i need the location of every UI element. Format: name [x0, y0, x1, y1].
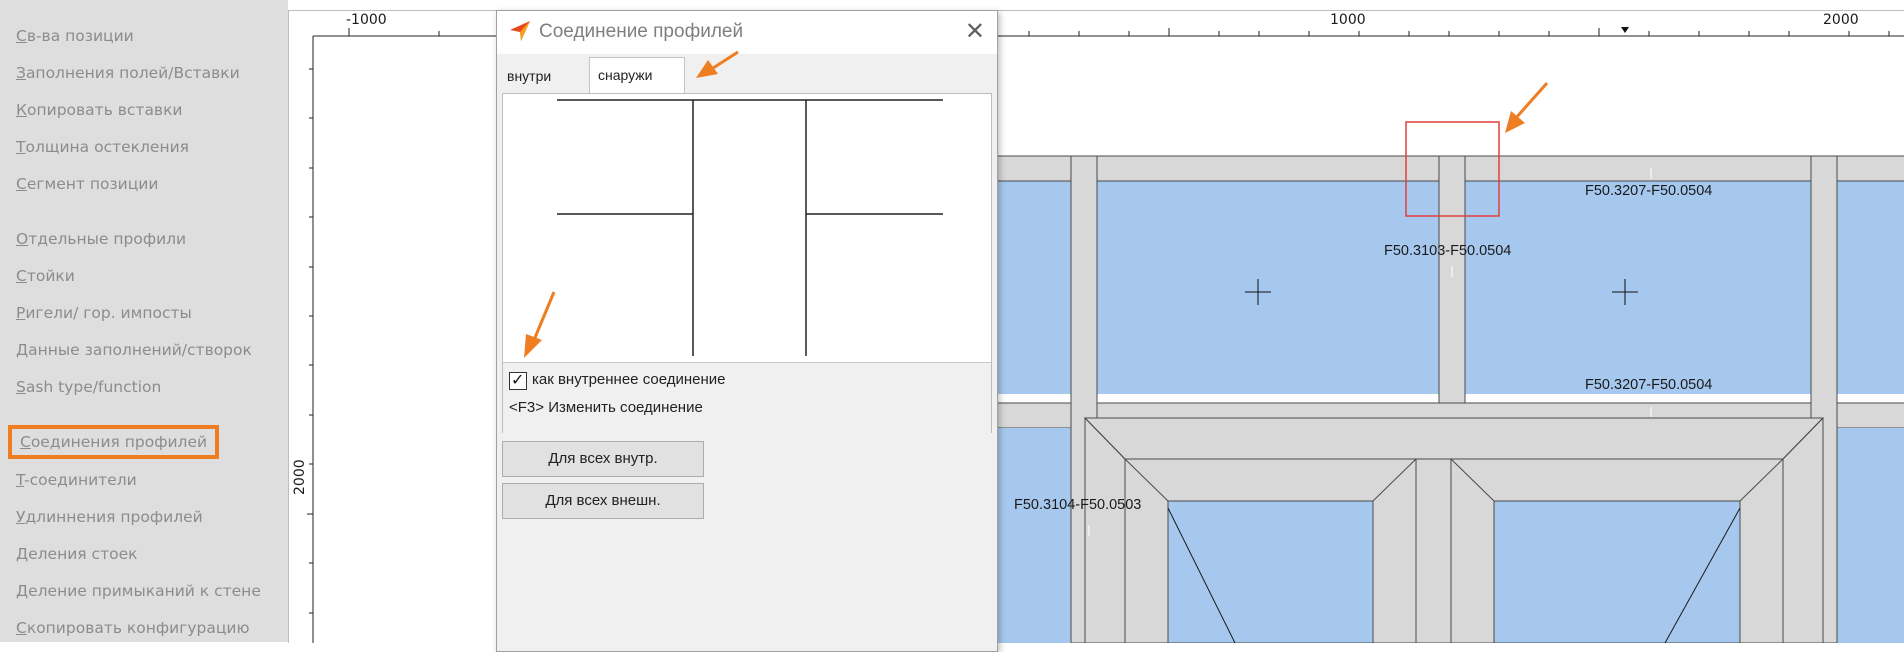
ruler-label-1000: 1000: [1330, 12, 1366, 28]
sidebar-menu: Св-ва позиции Заполнения полей/Вставки К…: [0, 0, 288, 642]
menu-item-mullion-divisions[interactable]: Деления стоек: [16, 544, 137, 564]
menu-item-position-segment[interactable]: Сегмент позиции: [16, 174, 158, 194]
joint-preview-panel: ✓ как внутреннее соединение <F3> Изменит…: [502, 93, 992, 433]
menu-item-profile-extensions[interactable]: Удлиннения профилей: [16, 507, 203, 527]
joint-preview-diagram: [557, 99, 943, 356]
joint-options: ✓ как внутреннее соединение <F3> Изменит…: [503, 362, 991, 433]
menu-item-fills-inserts[interactable]: Заполнения полей/Вставки: [16, 63, 240, 83]
change-joint-hint: <F3> Изменить соединение: [509, 399, 703, 416]
joint-label[interactable]: F50.3207-F50.0504: [1585, 377, 1712, 393]
menu-item-profile-joints[interactable]: Соединения профилей: [8, 425, 220, 459]
joint-label[interactable]: F50.3104-F50.0503: [1014, 497, 1141, 513]
apply-all-inside-button[interactable]: Для всех внутр.: [502, 441, 704, 477]
apply-all-outside-button[interactable]: Для всех внешн.: [502, 483, 704, 519]
menu-item-copy-configuration[interactable]: Скопировать конфигурацию: [16, 618, 250, 638]
tab-outside[interactable]: снаружи: [589, 57, 685, 94]
annotation-arrow-icon: [696, 50, 739, 78]
ruler-label-minus-1000: -1000: [346, 12, 387, 28]
menu-item-copy-inserts[interactable]: Копировать вставки: [16, 100, 183, 120]
menu-item-fill-sash-data[interactable]: Данные заполнений/створок: [16, 340, 252, 360]
menu-item-position-props[interactable]: Св-ва позиции: [16, 26, 134, 46]
menu-item-t-connectors[interactable]: T-соединители: [16, 470, 137, 490]
menu-item-transoms[interactable]: Ригели/ гор. импосты: [16, 303, 192, 323]
menu-item-glazing-thickness[interactable]: Толщина остекления: [16, 137, 189, 157]
joint-label[interactable]: F50.3103-F50.0504: [1384, 243, 1511, 259]
annotation-arrow-icon: [524, 291, 556, 358]
tab-inside[interactable]: внутри: [499, 59, 559, 93]
menu-item-mullions[interactable]: Стойки: [16, 266, 75, 286]
annotation-arrow-icon: [1505, 82, 1549, 133]
profile-joint-dialog: Соединение профилей ✕ внутри снаружи ✓ к…: [496, 10, 998, 652]
check-icon: ✓: [511, 370, 525, 389]
menu-item-sash-type[interactable]: Sash type/function: [16, 377, 161, 397]
dialog-title: Соединение профилей: [539, 21, 744, 42]
app-logo-icon: [510, 21, 530, 41]
menu-item-separate-profiles[interactable]: Отдельные профили: [16, 229, 186, 249]
inner-joint-checkbox-label[interactable]: как внутреннее соединение: [532, 371, 725, 388]
close-icon[interactable]: ✕: [965, 19, 985, 43]
menu-item-wall-connection-divisions[interactable]: Деление примыканий к стене: [16, 581, 261, 601]
inner-joint-checkbox[interactable]: ✓: [509, 370, 527, 390]
ruler-label-2000: 2000: [1823, 12, 1859, 28]
joint-label[interactable]: F50.3207-F50.0504: [1585, 183, 1712, 199]
ruler-label-vertical-2000: 2000: [292, 459, 308, 495]
ruler-marker-icon: [1621, 27, 1629, 33]
